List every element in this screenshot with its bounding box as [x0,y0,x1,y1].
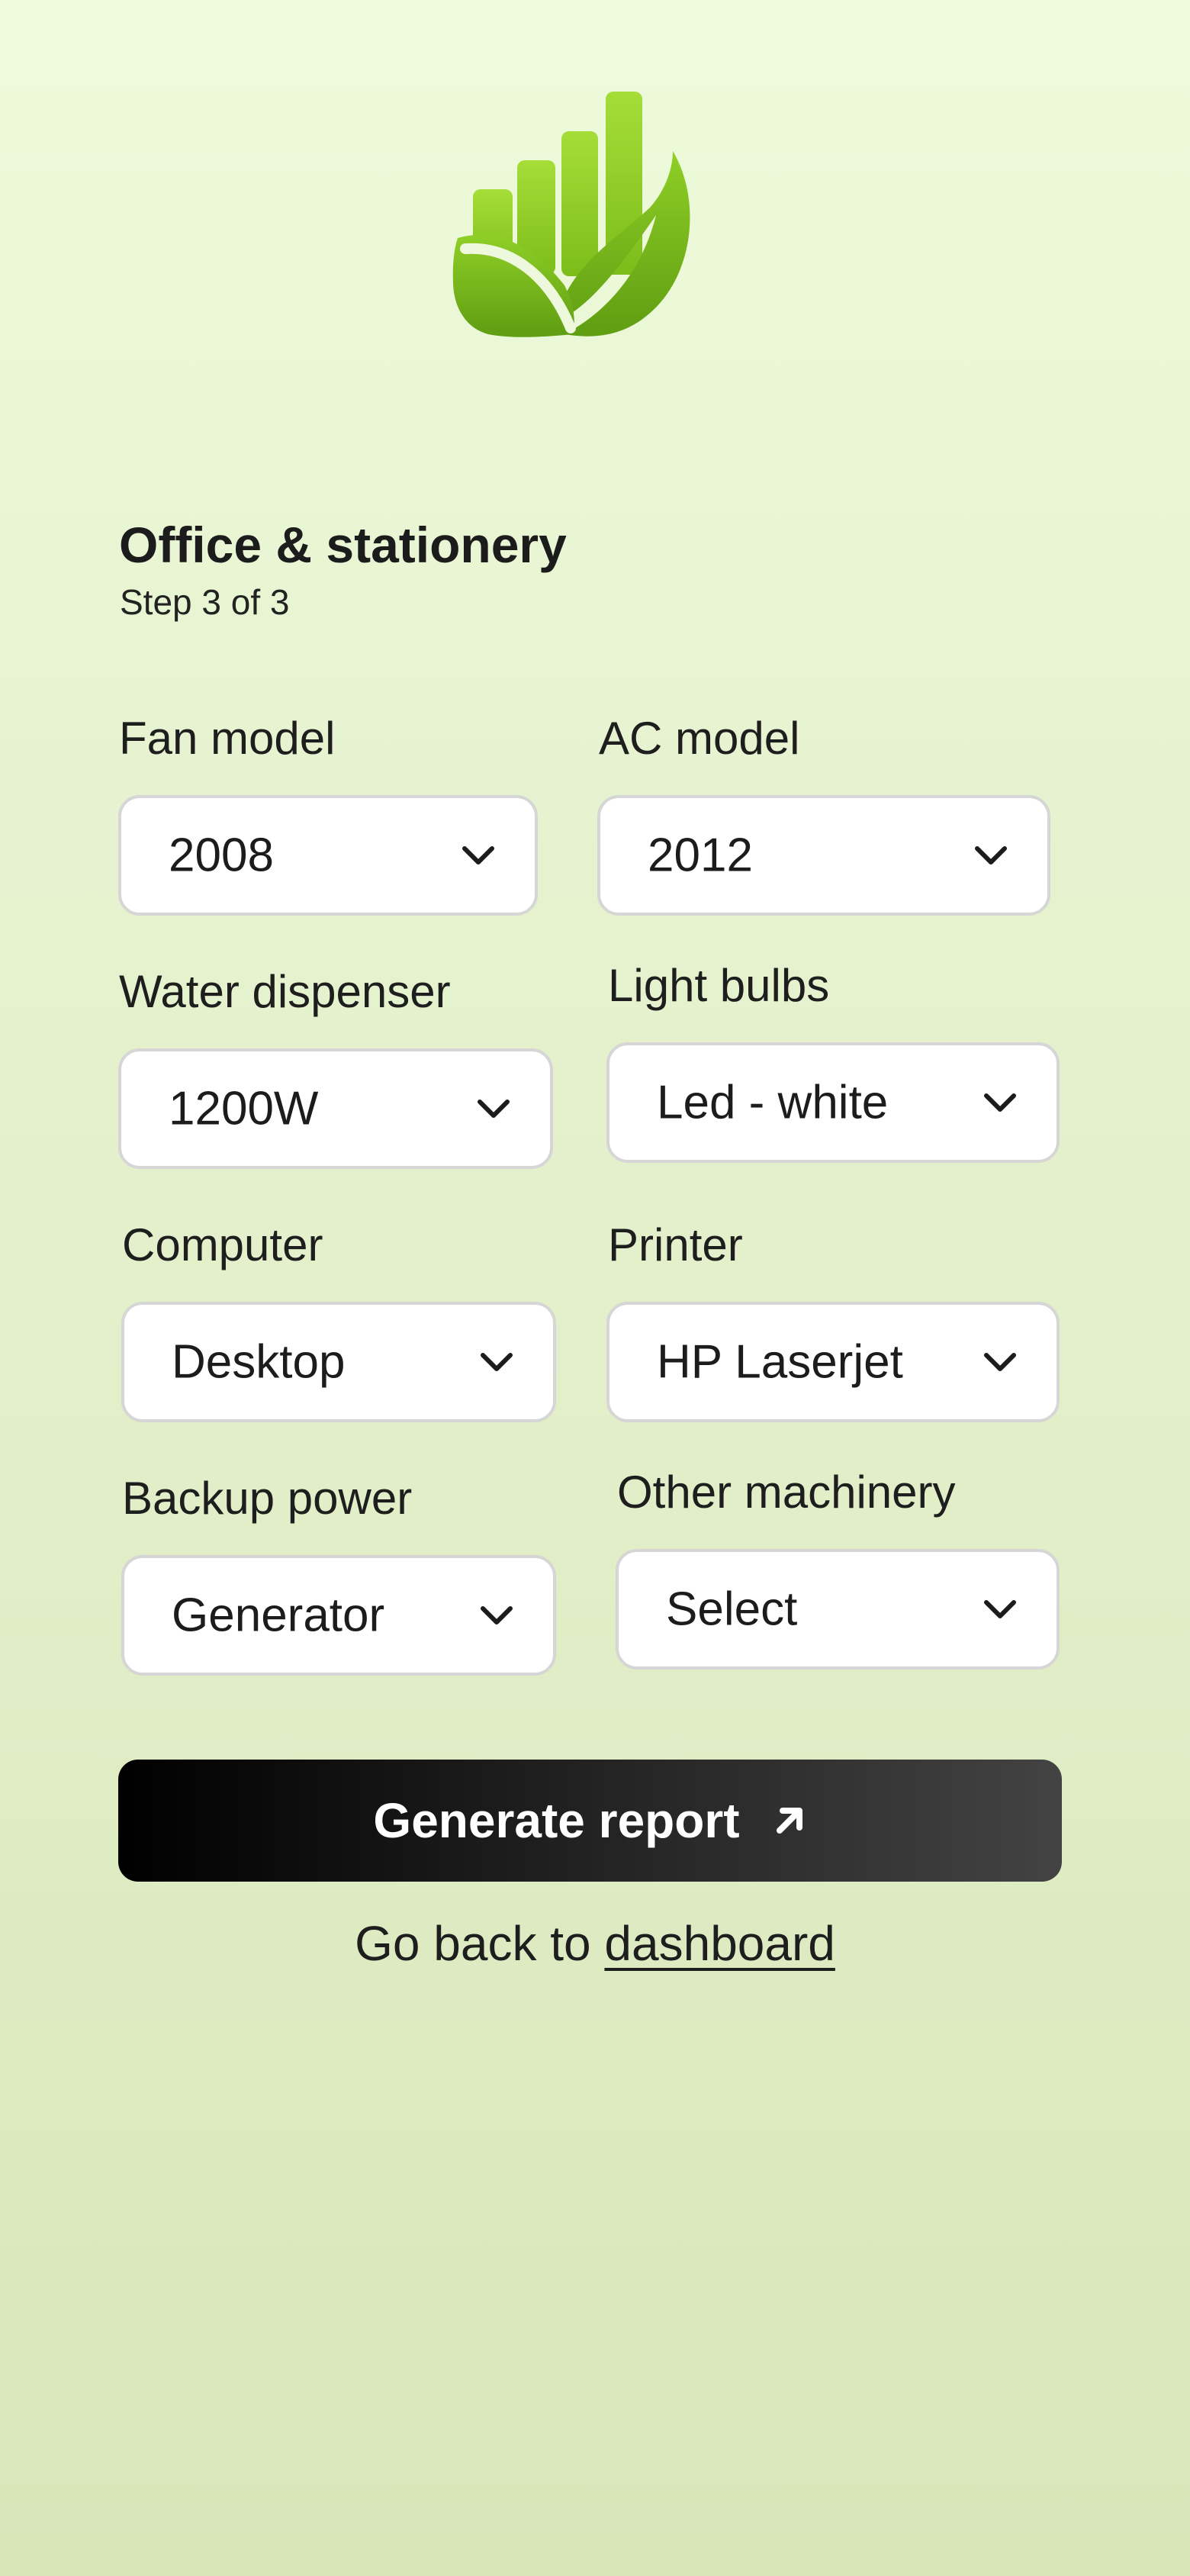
computer-value: Desktop [172,1335,346,1389]
chevron-down-icon [462,846,494,865]
backup-power-label: Backup power [122,1473,413,1524]
chevron-down-icon [984,1600,1016,1618]
water-dispenser-value: 1200W [169,1082,319,1135]
chevron-down-icon [478,1100,510,1118]
arrow-up-right-icon [776,1808,802,1834]
light-bulbs-label: Light bulbs [608,960,830,1011]
ac-model-label: AC model [599,713,800,764]
printer-value: HP Laserjet [657,1335,903,1389]
chevron-down-icon [481,1353,513,1371]
other-machinery-value: Select [666,1583,798,1636]
other-machinery-select[interactable]: Select [616,1549,1060,1670]
other-machinery-label: Other machinery [617,1467,956,1518]
fan-model-select[interactable]: 2008 [118,795,538,916]
chevron-down-icon [984,1353,1016,1371]
computer-label: Computer [122,1219,323,1270]
backup-power-select[interactable]: Generator [121,1555,556,1676]
back-prefix-text: Go back to [355,1916,591,1971]
generate-report-button[interactable]: Generate report [118,1760,1062,1882]
light-bulbs-select[interactable]: Led - white [606,1042,1060,1163]
chevron-down-icon [481,1606,513,1624]
fan-model-label: Fan model [119,713,336,764]
generate-report-label: Generate report [373,1793,740,1848]
fan-model-value: 2008 [169,829,274,882]
chevron-down-icon [984,1093,1016,1112]
light-bulbs-value: Led - white [657,1076,889,1129]
backup-power-value: Generator [172,1589,385,1642]
logo-icon [452,92,690,337]
logo-bar-3 [561,131,598,276]
ac-model-value: 2012 [648,829,753,882]
step-indicator: Step 3 of 3 [120,582,290,622]
back-to-dashboard-row: Go back to dashboard [0,1915,1190,1972]
water-dispenser-label: Water dispenser [119,966,451,1017]
computer-select[interactable]: Desktop [121,1302,556,1422]
dashboard-link[interactable]: dashboard [604,1916,835,1971]
water-dispenser-select[interactable]: 1200W [118,1048,553,1169]
printer-select[interactable]: HP Laserjet [606,1302,1060,1422]
ac-model-select[interactable]: 2012 [597,795,1050,916]
chevron-down-icon [975,846,1007,865]
page-title: Office & stationery [119,517,567,573]
printer-label: Printer [608,1219,743,1270]
